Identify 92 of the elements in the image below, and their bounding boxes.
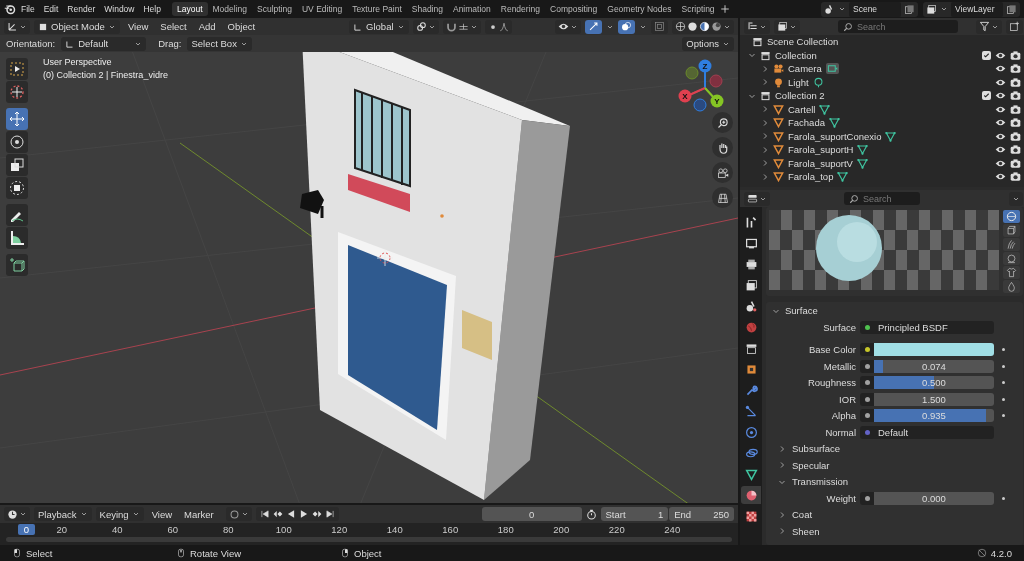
menu-item[interactable]: Help (139, 4, 165, 14)
outliner-item[interactable]: Collection 2 (775, 90, 825, 102)
workspace-tab[interactable]: Scripting (676, 2, 720, 16)
search-input[interactable]: Search (863, 193, 923, 204)
outliner-item[interactable]: Camera (788, 63, 822, 75)
subpanel-title[interactable]: Specular (792, 459, 830, 471)
number-field[interactable]: 1.500 (874, 392, 994, 406)
workspace-tab[interactable]: UV Editing (296, 2, 348, 16)
outliner-item[interactable]: Collection (775, 49, 817, 61)
options-dropdown[interactable]: Options (682, 36, 734, 51)
property-label: IOR (838, 393, 856, 405)
menu-dropdown[interactable]: Playback (34, 507, 92, 521)
number-field[interactable]: 0.000 (874, 491, 994, 505)
search-input[interactable]: Search (857, 21, 917, 32)
frame-tick-label: 40 (110, 523, 124, 535)
playhead[interactable]: 0 (18, 523, 35, 535)
input-field[interactable]: Default (874, 425, 994, 439)
status-hint: Object (354, 547, 382, 559)
frame-tick-label: 180 (496, 523, 515, 535)
property-label: Surface (822, 321, 856, 333)
menu-item[interactable]: Add (194, 21, 220, 32)
property-label: Alpha (830, 410, 856, 422)
status-hint: Rotate View (190, 547, 242, 559)
outliner-item[interactable]: Cartell (788, 103, 816, 115)
search-field[interactable]: Search (844, 192, 920, 205)
end-frame-field[interactable]: End 250 (669, 507, 734, 521)
workspace-tab[interactable]: Modeling (207, 2, 252, 16)
workspace-tab[interactable]: Texture Paint (347, 2, 407, 16)
property-label: Metallic (822, 360, 856, 372)
frame-tick-label: 60 (166, 523, 180, 535)
outliner-item[interactable]: Light (788, 76, 809, 88)
workspace-tab[interactable]: Rendering (495, 2, 545, 16)
frame-tick-label: 20 (55, 523, 69, 535)
view-name: User Perspective (43, 57, 113, 67)
context-text: (0) Collection 2 | Finestra_vidre (43, 70, 168, 80)
menu-dropdown[interactable]: Keying (95, 507, 144, 521)
menu-item[interactable]: File (17, 4, 39, 14)
workspace-tab[interactable]: Geometry Nodes (602, 2, 677, 16)
menu-item[interactable]: Object (223, 21, 260, 32)
property-label: Roughness (806, 377, 856, 389)
slider-field[interactable]: 0.074 (874, 359, 994, 373)
workspace-tab[interactable]: Layout (171, 2, 208, 16)
property-label: Normal (824, 426, 856, 438)
property-label: Weight (825, 492, 856, 504)
frame-tick-label: 100 (274, 523, 293, 535)
drag-dropdown[interactable]: Select Box (187, 36, 252, 51)
frame-tick-label: 80 (221, 523, 235, 535)
slider-field[interactable]: 0.500 (874, 376, 994, 390)
menu-item[interactable]: Window (100, 4, 139, 14)
panel-title[interactable]: Surface (785, 305, 818, 316)
menu-item[interactable]: View (123, 21, 153, 32)
start-frame-field[interactable]: Start 1 (600, 507, 669, 521)
outliner-item[interactable]: Farola_suportConexio (788, 130, 882, 142)
outliner-item[interactable]: Farola_top (788, 171, 834, 183)
axis-gizmo[interactable]: X Y Z (672, 58, 734, 120)
input-field[interactable]: Principled BSDF (874, 320, 994, 334)
version-text: 4.2.0 (990, 547, 1012, 559)
slider-field[interactable]: 0.935 (874, 409, 994, 423)
search-field[interactable]: Search (838, 20, 958, 33)
current-frame-field[interactable]: 0 (482, 507, 582, 521)
drag-label: Drag: (157, 38, 183, 49)
outliner-item[interactable]: Scene Collection (767, 36, 839, 48)
outliner-item[interactable]: Farola_suportH (788, 144, 854, 156)
scene-field[interactable]: Scene (849, 1, 901, 17)
subpanel-title[interactable]: Subsurface (792, 443, 841, 455)
status-hint: Select (26, 547, 53, 559)
orientation-dropdown[interactable]: Default (61, 36, 147, 51)
subpanel-title[interactable]: Transmission (792, 476, 849, 488)
frame-tick-label: 140 (385, 523, 404, 535)
mode-dropdown[interactable]: Object Mode (34, 19, 120, 34)
frame-tick-label: 200 (552, 523, 571, 535)
frame-tick-label: 120 (330, 523, 349, 535)
menu-item[interactable]: Marker (180, 508, 218, 520)
frame-tick-label: 160 (441, 523, 460, 535)
outliner-item[interactable]: Farola_suportV (788, 157, 853, 169)
frame-tick-label: 220 (607, 523, 626, 535)
workspace-tab[interactable]: Sculpting (252, 2, 297, 16)
workspace-tab[interactable]: Compositing (545, 2, 603, 16)
workspace-tab[interactable]: Shading (406, 2, 448, 16)
outliner-item[interactable]: Fachada (788, 117, 825, 129)
frame-tick-label: 240 (663, 523, 682, 535)
menu-item[interactable]: Select (156, 21, 191, 32)
orientation-label: Orientation: (5, 38, 57, 49)
orientation-dropdown[interactable]: Global (349, 19, 409, 34)
property-label: Base Color (808, 344, 856, 356)
subpanel-title[interactable]: Sheen (792, 525, 820, 537)
view-layer-field[interactable]: ViewLayer (951, 1, 1003, 17)
menu-item[interactable]: View (147, 508, 177, 520)
subpanel-title[interactable]: Coat (792, 509, 813, 521)
menu-item[interactable]: Edit (39, 4, 63, 14)
workspace-tab[interactable]: Animation (447, 2, 496, 16)
menu-item[interactable]: Render (63, 4, 100, 14)
